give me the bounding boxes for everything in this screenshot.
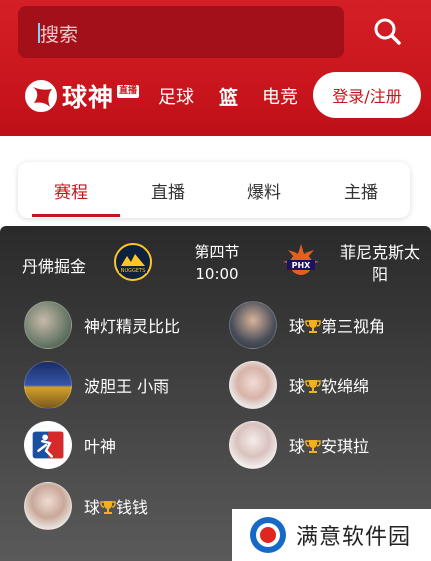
trophy-icon [305,320,321,333]
trophy-icon [305,440,321,453]
active-tab-indicator [32,214,120,217]
ball-logo-icon [25,80,57,112]
site-watermark: 满意软件园 [232,509,431,561]
svg-text:PHX: PHX [292,261,312,270]
nav-basketball[interactable]: 篮 [219,83,238,110]
nav-football[interactable]: 足球 [158,83,194,109]
anchor-name: 神灯精灵比比 [84,317,181,336]
anchor-item[interactable]: 球第三视角 [229,301,385,349]
tab-anchors[interactable]: 主播 [344,178,378,203]
tab-bar: 赛程 直播 爆料 主播 [18,162,410,218]
brand-badge: 直播 [117,84,140,98]
trophy-icon [100,501,116,514]
search-placeholder: 搜索 [40,24,79,46]
avatar [229,421,277,469]
brand-logo[interactable]: 球神 直播 [24,76,140,116]
suns-logo-icon: PHX [283,244,319,275]
anchor-name: 球软绵绵 [289,377,370,396]
svg-text:NUGGETS: NUGGETS [121,268,146,274]
anchor-item[interactable]: 球安琪拉 [229,421,369,469]
trophy-icon [305,380,321,393]
watermark-text: 满意软件园 [296,525,412,550]
anchor-name: 波胆王 小雨 [84,377,170,396]
anchor-item[interactable]: 叶神 [24,421,116,469]
away-team-name[interactable]: 菲尼克斯太阳 [334,242,426,286]
anchor-name: 球钱钱 [84,498,149,517]
search-input[interactable]: 搜索 [18,6,344,58]
search-icon[interactable] [366,10,410,54]
avatar [24,301,72,349]
game-clock: 10:00 [195,265,239,283]
app-header: 搜索 球神 直播 足球 篮 电竞 登录/注册 [0,0,431,136]
brand-name: 球神 [62,83,115,112]
anchor-item[interactable]: 球软绵绵 [229,361,369,409]
anchor-name: 叶神 [84,437,117,456]
tab-schedule[interactable]: 赛程 [54,178,88,203]
avatar [229,301,277,349]
anchor-item[interactable]: 球钱钱 [24,482,148,530]
watermark-logo-icon [250,517,286,553]
anchor-name: 球安琪拉 [289,437,370,456]
text-caret [38,23,40,43]
avatar [24,421,72,469]
login-register-button[interactable]: 登录/注册 [313,72,421,118]
nav-esports[interactable]: 电竞 [262,83,298,109]
home-team-name[interactable]: 丹佛掘金 [22,253,86,277]
tab-news[interactable]: 爆料 [247,178,281,203]
game-period: 第四节 [194,243,240,261]
avatar [229,361,277,409]
anchor-item[interactable]: 神灯精灵比比 [24,301,180,349]
anchor-name: 球第三视角 [289,317,386,336]
tab-live[interactable]: 直播 [151,178,185,203]
anchor-item[interactable]: 波胆王 小雨 [24,361,169,409]
avatar [24,361,72,409]
nuggets-logo-icon: NUGGETS [114,243,152,281]
avatar [24,482,72,530]
